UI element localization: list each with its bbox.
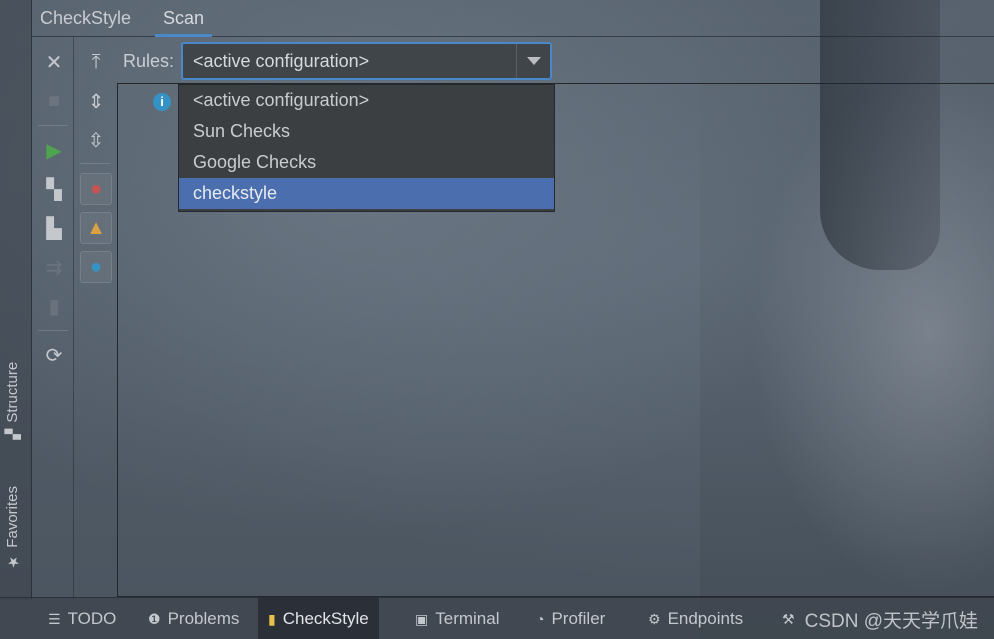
directory-icon: ▮ xyxy=(48,295,60,318)
chevron-down-icon[interactable] xyxy=(516,44,550,78)
collapse-all-icon: ⇳ xyxy=(87,129,105,152)
check-directory-button[interactable]: ▮ xyxy=(38,290,70,322)
error-filter-button[interactable]: ● xyxy=(80,173,112,205)
structure-tab[interactable]: ▞ Structure xyxy=(4,362,21,440)
terminal-icon: ▣ xyxy=(415,610,429,627)
bottom-tab-label: TODO xyxy=(67,609,117,628)
expand-all-icon: ⇕ xyxy=(87,90,105,113)
error-filter-icon: ● xyxy=(89,177,103,200)
tool-window-header: CheckStyle Scan xyxy=(32,0,994,37)
check-modified-button[interactable]: ⇉ xyxy=(38,251,70,283)
bottom-tab-label: Problems xyxy=(167,609,240,628)
action-toolbar: ✕ ■ ▶ ▚ ▙ ⇉ ▮ ⟳ xyxy=(32,37,74,600)
checkstyle-icon: ▮ xyxy=(268,610,276,627)
info-filter-button[interactable]: ● xyxy=(80,251,112,283)
check-module-button[interactable]: ▚ xyxy=(38,173,70,205)
rules-select[interactable]: <active configuration> xyxy=(181,42,552,80)
tab-checkstyle[interactable]: CheckStyle xyxy=(32,0,139,37)
run-icon: ▶ xyxy=(46,139,62,162)
close-icon: ✕ xyxy=(45,51,63,74)
bottom-tab-label: Profiler xyxy=(551,609,606,628)
list-icon: ☰ xyxy=(48,610,61,627)
build-tab[interactable]: ⚒ xyxy=(772,598,805,639)
bottom-tab-problems[interactable]: ❶ Problems xyxy=(138,598,249,639)
expand-all-button[interactable]: ⇕ xyxy=(80,85,112,117)
bottom-tab-profiler[interactable]: ◔ Profiler xyxy=(526,598,615,639)
refresh-icon: ⟳ xyxy=(45,344,63,367)
bottom-tab-label: CheckStyle xyxy=(282,609,369,628)
endpoints-icon: ⚙ xyxy=(648,610,661,627)
stop-icon: ■ xyxy=(47,89,61,112)
close-button[interactable]: ✕ xyxy=(38,46,70,78)
left-tool-strip: ▞ Structure ★ Favorites xyxy=(0,0,32,600)
check-project-button[interactable]: ▙ xyxy=(38,212,70,244)
bottom-tab-endpoints[interactable]: ⚙ Endpoints xyxy=(638,598,753,639)
rules-option[interactable]: <active configuration> xyxy=(179,85,554,116)
watermark-text: CSDN @天天学爪娃 xyxy=(804,611,978,632)
run-button[interactable]: ▶ xyxy=(38,134,70,166)
rules-selected-value: <active configuration> xyxy=(193,50,370,71)
toolbar-separator xyxy=(80,163,110,164)
star-icon: ★ xyxy=(4,553,21,570)
favorites-tab-label: Favorites xyxy=(4,486,21,548)
profiler-icon: ◔ xyxy=(536,611,545,627)
modified-icon: ⇉ xyxy=(45,256,63,279)
stop-button[interactable]: ■ xyxy=(38,85,70,117)
refresh-button[interactable]: ⟳ xyxy=(38,339,70,371)
scroll-top-button[interactable]: ⤒ xyxy=(80,46,112,78)
warning-filter-button[interactable]: ▲ xyxy=(80,212,112,244)
favorites-tab[interactable]: ★ Favorites xyxy=(4,486,21,570)
bottom-tab-label: Terminal xyxy=(435,609,500,628)
structure-icon: ▞ xyxy=(4,428,21,440)
rules-dropdown-list: <active configuration> Sun Checks Google… xyxy=(178,84,555,212)
toolbar-separator xyxy=(38,125,68,126)
bottom-tab-terminal[interactable]: ▣ Terminal xyxy=(405,598,509,639)
collapse-all-button[interactable]: ⇳ xyxy=(80,124,112,156)
module-icon: ▚ xyxy=(46,178,62,201)
warning-filter-icon: ▲ xyxy=(86,216,106,239)
scroll-top-icon: ⤒ xyxy=(91,50,101,73)
rules-option-highlighted[interactable]: checkstyle xyxy=(179,178,554,209)
rules-option[interactable]: Sun Checks xyxy=(179,116,554,147)
bottom-tab-todo[interactable]: ☰ TODO xyxy=(38,598,126,639)
problems-icon: ❶ xyxy=(148,610,161,627)
filter-toolbar: ⤒ ⇕ ⇳ ● ▲ ● xyxy=(74,37,118,600)
rules-option[interactable]: Google Checks xyxy=(179,147,554,178)
bottom-tab-checkstyle[interactable]: ▮ CheckStyle xyxy=(258,598,379,639)
info-filter-icon: ● xyxy=(89,255,103,278)
bottom-tab-label: Endpoints xyxy=(667,609,744,628)
hammer-icon: ⚒ xyxy=(782,610,795,627)
rules-label: Rules: xyxy=(123,51,175,71)
project-icon: ▙ xyxy=(46,217,62,240)
tab-scan[interactable]: Scan xyxy=(155,0,213,37)
structure-tab-label: Structure xyxy=(4,362,21,423)
info-icon: i xyxy=(153,93,171,111)
toolbar-separator xyxy=(38,330,68,331)
